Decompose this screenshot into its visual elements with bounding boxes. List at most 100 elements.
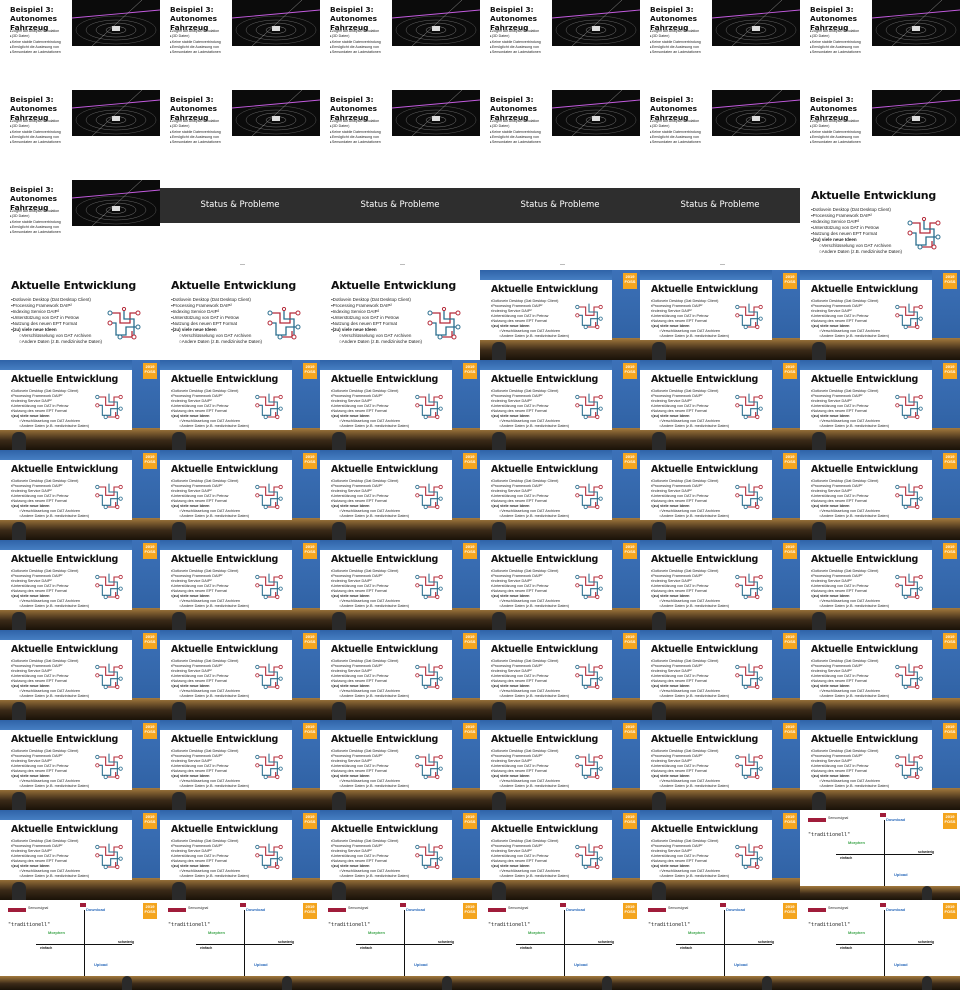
- badge-label: FOSS: [304, 459, 316, 464]
- thumbnail-tile[interactable]: Aktuelle Entwicklung Dotlovein Desktop (…: [640, 270, 800, 360]
- thumbnail-tile[interactable]: Aktuelle Entwicklung Dotlovein Desktop (…: [0, 630, 160, 720]
- quadrant-morphen: Morphen: [848, 840, 865, 845]
- thumbnail-tile[interactable]: Aktuelle Entwicklung Dotlovein Desktop (…: [160, 810, 320, 900]
- title-line-1: Beispiel 3:: [810, 95, 854, 104]
- speaker-figure: [492, 702, 506, 720]
- thumbnail-tile[interactable]: Sensorsignal "traditionell" Download Mor…: [800, 900, 960, 990]
- slide-title: Aktuelle Entwicklung: [331, 644, 439, 655]
- badge-label: FOSS: [144, 549, 156, 554]
- thumbnail-tile[interactable]: Sensorsignal "traditionell" Download Mor…: [320, 900, 480, 990]
- thumbnail-tile[interactable]: Aktuelle Entwicklung Dotlovein Desktop (…: [320, 810, 480, 900]
- slide-beispiel: Beispiel 3: Autonomes Fahrzeug Zugriff a…: [0, 90, 160, 180]
- thumbnail-tile[interactable]: Aktuelle Entwicklung Dotlovein Desktop (…: [800, 180, 960, 270]
- thumbnail-tile[interactable]: Beispiel 3: Autonomes Fahrzeug Zugriff a…: [0, 90, 160, 180]
- thumbnail-tile[interactable]: Aktuelle Entwicklung Dotlovein Desktop (…: [800, 540, 960, 630]
- thumbnail-tile[interactable]: Aktuelle Entwicklung Dotlovein Desktop (…: [640, 450, 800, 540]
- network-logo-icon: [575, 573, 603, 600]
- thumbnail-tile[interactable]: Aktuelle Entwicklung Dotlovein Desktop (…: [480, 450, 640, 540]
- thumbnail-tile[interactable]: Aktuelle Entwicklung Dotlovein Desktop (…: [480, 270, 640, 360]
- thumbnail-tile[interactable]: Aktuelle Entwicklung Dotlovein Desktop (…: [160, 360, 320, 450]
- thumbnail-tile[interactable]: Aktuelle Entwicklung Dotlovein Desktop (…: [800, 720, 960, 810]
- video-frame-aktuelle-entwicklung: Aktuelle Entwicklung Dotlovein Desktop (…: [480, 360, 640, 450]
- thumbnail-tile[interactable]: Aktuelle Entwicklung Dotlovein Desktop (…: [320, 630, 480, 720]
- thumbnail-tile[interactable]: Beispiel 3: Autonomes Fahrzeug Zugriff a…: [160, 0, 320, 90]
- thumbnail-tile[interactable]: Aktuelle Entwicklung Dotlovein Desktop (…: [640, 720, 800, 810]
- thumbnail-tile[interactable]: Aktuelle Entwicklung Dotlovein Desktop (…: [800, 630, 960, 720]
- thumbnail-tile[interactable]: Aktuelle Entwicklung Dotlovein Desktop (…: [160, 270, 320, 360]
- badge-label: FOSS: [944, 819, 956, 824]
- thumbnail-tile[interactable]: Aktuelle Entwicklung Dotlovein Desktop (…: [640, 360, 800, 450]
- thumbnail-tile[interactable]: Aktuelle Entwicklung Dotlovein Desktop (…: [320, 450, 480, 540]
- thumbnail-tile[interactable]: Beispiel 3: Autonomes Fahrzeug Zugriff a…: [0, 180, 160, 270]
- thumbnail-tile[interactable]: Aktuelle Entwicklung Dotlovein Desktop (…: [160, 630, 320, 720]
- title-line-1: Beispiel 3:: [170, 5, 214, 14]
- thumbnail-tile[interactable]: Aktuelle Entwicklung Dotlovein Desktop (…: [640, 540, 800, 630]
- thumbnail-tile[interactable]: Beispiel 3: Autonomes Fahrzeug Zugriff a…: [800, 0, 960, 90]
- thumbnail-tile[interactable]: Sensorsignal "traditionell" Download Mor…: [160, 900, 320, 990]
- network-logo-icon: [95, 843, 123, 870]
- video-frame-aktuelle-entwicklung: Aktuelle Entwicklung Dotlovein Desktop (…: [800, 360, 960, 450]
- thumbnail-tile[interactable]: Status & Probleme: [160, 180, 320, 270]
- network-logo-icon: [415, 843, 443, 870]
- foss-badge: 2019 FOSS: [783, 543, 797, 559]
- thumbnail-tile[interactable]: Status & Probleme: [480, 180, 640, 270]
- thumbnail-tile[interactable]: Aktuelle Entwicklung Dotlovein Desktop (…: [800, 270, 960, 360]
- thumbnail-tile[interactable]: Aktuelle Entwicklung Dotlovein Desktop (…: [0, 360, 160, 450]
- thumbnail-tile[interactable]: Sensorsignal "traditionell" Download Mor…: [0, 900, 160, 990]
- section-title: Status & Probleme: [520, 200, 600, 210]
- thumbnail-tile[interactable]: Aktuelle Entwicklung Dotlovein Desktop (…: [640, 630, 800, 720]
- bullet-list: Dotlovein Desktop (Dat Desktop Client) P…: [811, 389, 889, 429]
- thumbnail-tile[interactable]: Aktuelle Entwicklung Dotlovein Desktop (…: [0, 720, 160, 810]
- thumbnail-tile[interactable]: Aktuelle Entwicklung Dotlovein Desktop (…: [0, 450, 160, 540]
- bullet-list: Dotlovein Desktop (Dat Desktop Client) P…: [331, 839, 409, 879]
- thumbnail-tile[interactable]: Aktuelle Entwicklung Dotlovein Desktop (…: [320, 360, 480, 450]
- thumbnail-tile[interactable]: Aktuelle Entwicklung Dotlovein Desktop (…: [640, 810, 800, 900]
- thumbnail-tile[interactable]: Aktuelle Entwicklung Dotlovein Desktop (…: [800, 450, 960, 540]
- bullet-subitem: Andere Daten (z.B. medizinische Daten): [171, 604, 249, 609]
- thumbnail-tile[interactable]: Beispiel 3: Autonomes Fahrzeug Zugriff a…: [640, 90, 800, 180]
- bullet-subitem: Andere Daten (z.B. medizinische Daten): [11, 784, 89, 789]
- thumbnail-tile[interactable]: Aktuelle Entwicklung Dotlovein Desktop (…: [480, 720, 640, 810]
- thumbnail-tile[interactable]: Aktuelle Entwicklung Dotlovein Desktop (…: [480, 360, 640, 450]
- thumbnail-tile[interactable]: Status & Probleme: [320, 180, 480, 270]
- bullet-list: Dotlovein Desktop (Dat Desktop Client) P…: [11, 389, 89, 429]
- bullet-subitem: Andere Daten (z.B. medizinische Daten): [491, 784, 569, 789]
- thumbnail-tile[interactable]: Beispiel 3: Autonomes Fahrzeug Zugriff a…: [160, 90, 320, 180]
- thumbnail-tile[interactable]: Aktuelle Entwicklung Dotlovein Desktop (…: [480, 810, 640, 900]
- thumbnail-tile[interactable]: Aktuelle Entwicklung Dotlovein Desktop (…: [0, 540, 160, 630]
- thumbnail-tile[interactable]: Sensorsignal "traditionell" Download Mor…: [800, 810, 960, 900]
- thumbnail-tile[interactable]: Aktuelle Entwicklung Dotlovein Desktop (…: [320, 270, 480, 360]
- video-frame-aktuelle-entwicklung: Aktuelle Entwicklung Dotlovein Desktop (…: [800, 540, 960, 630]
- thumbnail-tile[interactable]: Aktuelle Entwicklung Dotlovein Desktop (…: [0, 810, 160, 900]
- thumbnail-tile[interactable]: Aktuelle Entwicklung Dotlovein Desktop (…: [320, 540, 480, 630]
- bullet-subitem: Andere Daten (z.B. medizinische Daten): [811, 784, 889, 789]
- thumbnail-tile[interactable]: Sensorsignal "traditionell" Download Mor…: [640, 900, 800, 990]
- thumbnail-tile[interactable]: Beispiel 3: Autonomes Fahrzeug Zugriff a…: [640, 0, 800, 90]
- thumbnail-tile[interactable]: Beispiel 3: Autonomes Fahrzeug Zugriff a…: [320, 0, 480, 90]
- slide-title: Aktuelle Entwicklung: [811, 374, 919, 385]
- thumbnail-tile[interactable]: Beispiel 3: Autonomes Fahrzeug Zugriff a…: [480, 90, 640, 180]
- thumbnail-tile[interactable]: Aktuelle Entwicklung Dotlovein Desktop (…: [160, 720, 320, 810]
- thumbnail-tile[interactable]: Sensorsignal "traditionell" Download Mor…: [480, 900, 640, 990]
- thumbnail-tile[interactable]: Status & Probleme: [640, 180, 800, 270]
- slide-title: Aktuelle Entwicklung: [651, 464, 759, 475]
- thumbnail-tile[interactable]: Aktuelle Entwicklung Dotlovein Desktop (…: [160, 540, 320, 630]
- thumbnail-tile[interactable]: Aktuelle Entwicklung Dotlovein Desktop (…: [480, 630, 640, 720]
- bullet-list: Dotlovein Desktop (Dat Desktop Client) P…: [331, 569, 409, 609]
- slide-title: Aktuelle Entwicklung: [811, 554, 919, 565]
- thumbnail-tile[interactable]: Aktuelle Entwicklung Dotlovein Desktop (…: [160, 450, 320, 540]
- thumbnail-tile[interactable]: Beispiel 3: Autonomes Fahrzeug Zugriff a…: [320, 90, 480, 180]
- bullet-list: Dotlovein Desktop (Dat Desktop Client) P…: [331, 389, 409, 429]
- lidar-pointcloud-image: [712, 90, 800, 136]
- thumbnail-tile[interactable]: Aktuelle Entwicklung Dotlovein Desktop (…: [0, 270, 160, 360]
- thumbnail-tile[interactable]: Beispiel 3: Autonomes Fahrzeug Zugriff a…: [800, 90, 960, 180]
- speaker-figure: [282, 976, 292, 990]
- thumbnail-tile[interactable]: Aktuelle Entwicklung Dotlovein Desktop (…: [800, 360, 960, 450]
- section-title: Status & Probleme: [680, 200, 760, 210]
- thumbnail-tile[interactable]: Beispiel 3: Autonomes Fahrzeug Zugriff a…: [480, 0, 640, 90]
- bullet-list: Dotlovein Desktop (Dat Desktop Client) P…: [11, 297, 102, 345]
- background-city: [800, 976, 960, 990]
- thumbnail-tile[interactable]: Aktuelle Entwicklung Dotlovein Desktop (…: [320, 720, 480, 810]
- thumbnail-tile[interactable]: Beispiel 3: Autonomes Fahrzeug Zugriff a…: [0, 0, 160, 90]
- thumbnail-tile[interactable]: Aktuelle Entwicklung Dotlovein Desktop (…: [480, 540, 640, 630]
